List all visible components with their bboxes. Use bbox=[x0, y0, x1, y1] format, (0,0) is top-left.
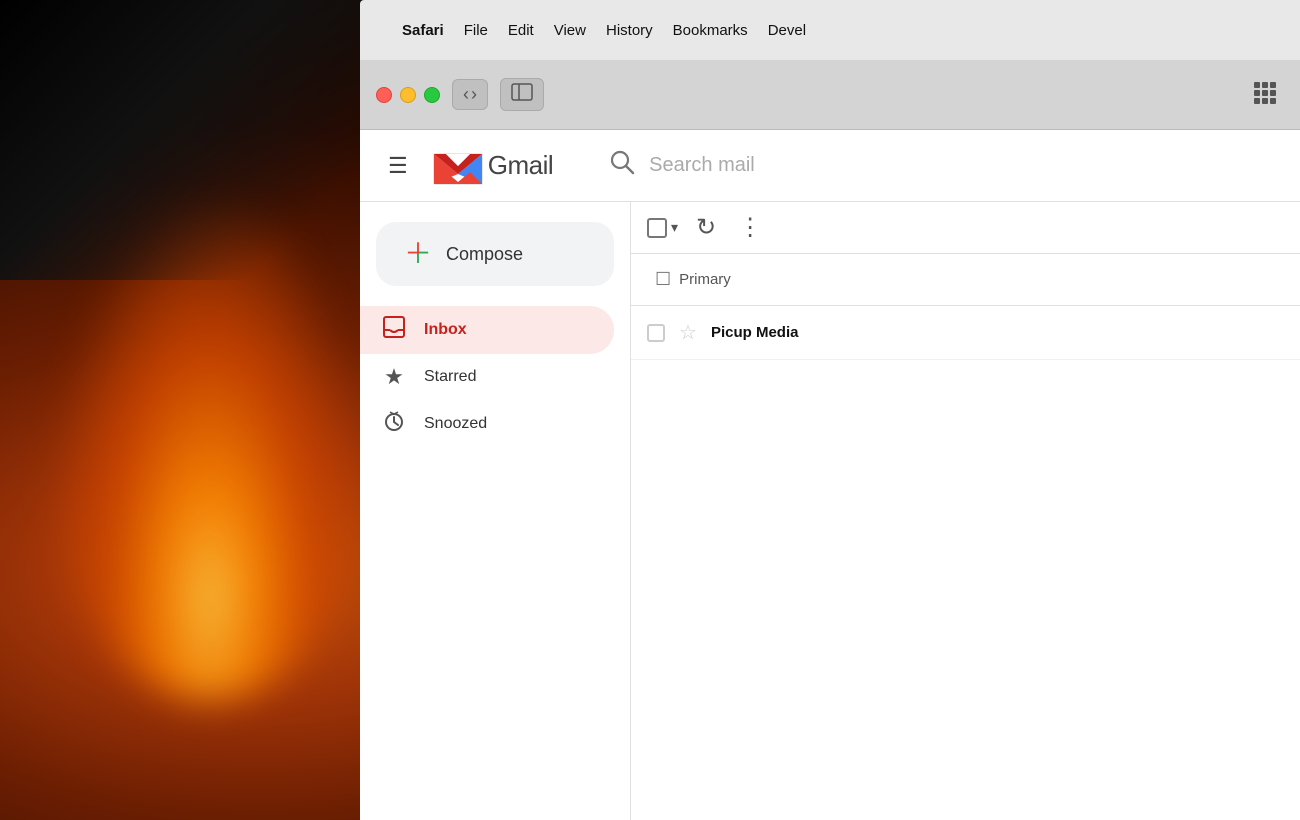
gmail-main-panel: ▾ ↻ ⋮ ☐ Primary ☆ P bbox=[630, 202, 1300, 820]
hamburger-menu-button[interactable]: ☰ bbox=[380, 147, 416, 185]
traffic-lights bbox=[376, 87, 440, 103]
table-row[interactable]: ☆ Picup Media bbox=[631, 306, 1300, 360]
gmail-body: ＋ Compose Inbox bbox=[360, 202, 1300, 820]
menu-develop[interactable]: Devel bbox=[768, 22, 806, 39]
menu-bookmarks[interactable]: Bookmarks bbox=[673, 22, 748, 39]
primary-tab-icon: ☐ bbox=[655, 269, 671, 290]
snooze-icon bbox=[380, 410, 408, 438]
select-all-checkbox-wrap[interactable]: ▾ bbox=[647, 218, 678, 238]
gmail-search-bar[interactable]: Search mail bbox=[609, 149, 1109, 182]
compose-button[interactable]: ＋ Compose bbox=[376, 222, 614, 286]
refresh-button[interactable]: ↻ bbox=[692, 209, 720, 246]
tab-primary[interactable]: ☐ Primary bbox=[647, 255, 739, 304]
gmail-title-text: Gmail bbox=[488, 150, 553, 181]
back-forward-buttons[interactable]: ‹ › bbox=[452, 79, 488, 110]
laptop-frame: Safari File Edit View History Bookmarks … bbox=[360, 0, 1300, 820]
inbox-svg-icon bbox=[383, 316, 405, 338]
inbox-icon bbox=[380, 316, 408, 344]
select-dropdown-arrow[interactable]: ▾ bbox=[671, 219, 678, 236]
compose-label: Compose bbox=[446, 244, 523, 265]
snoozed-label: Snoozed bbox=[424, 415, 487, 433]
gmail-content-area: ☰ bbox=[360, 130, 1300, 820]
search-placeholder-text: Search mail bbox=[649, 154, 755, 177]
email-checkbox[interactable] bbox=[647, 324, 665, 342]
back-icon[interactable]: ‹ bbox=[463, 84, 469, 105]
menu-file[interactable]: File bbox=[464, 22, 488, 39]
email-star-icon[interactable]: ☆ bbox=[679, 320, 697, 345]
sidebar-item-snoozed[interactable]: Snoozed bbox=[360, 400, 614, 448]
menu-history[interactable]: History bbox=[606, 22, 653, 39]
more-options-button[interactable]: ⋮ bbox=[734, 209, 764, 246]
browser-chrome: ‹ › bbox=[360, 60, 1300, 130]
star-icon: ★ bbox=[380, 364, 408, 390]
forward-icon[interactable]: › bbox=[471, 84, 477, 105]
sidebar-toggle-button[interactable] bbox=[500, 78, 544, 111]
email-sender: Picup Media bbox=[711, 324, 871, 341]
menu-view[interactable]: View bbox=[554, 22, 586, 39]
primary-tab-label: Primary bbox=[679, 271, 731, 288]
inbox-label: Inbox bbox=[424, 321, 467, 339]
gmail-logo: Gmail bbox=[432, 146, 553, 186]
search-icon bbox=[609, 149, 635, 182]
inbox-tabs: ☐ Primary bbox=[631, 254, 1300, 306]
maximize-button[interactable] bbox=[424, 87, 440, 103]
grid-icon-button[interactable] bbox=[1244, 76, 1284, 114]
snooze-svg-icon bbox=[383, 410, 405, 432]
gmail-m-icon bbox=[432, 146, 484, 186]
sidebar-icon bbox=[511, 83, 533, 101]
menu-edit[interactable]: Edit bbox=[508, 22, 534, 39]
close-button[interactable] bbox=[376, 87, 392, 103]
menu-safari[interactable]: Safari bbox=[402, 22, 444, 39]
select-all-checkbox[interactable] bbox=[647, 218, 667, 238]
inbox-toolbar: ▾ ↻ ⋮ bbox=[631, 202, 1300, 254]
email-list: ☆ Picup Media bbox=[631, 306, 1300, 820]
sidebar-item-starred[interactable]: ★ Starred bbox=[360, 354, 614, 400]
macos-menubar: Safari File Edit View History Bookmarks … bbox=[360, 0, 1300, 60]
compose-plus-icon: ＋ bbox=[404, 240, 432, 268]
search-magnifier-icon bbox=[609, 149, 635, 175]
gmail-sidebar: ＋ Compose Inbox bbox=[360, 202, 630, 820]
corner-dark-topleft bbox=[0, 0, 380, 280]
starred-label: Starred bbox=[424, 368, 476, 386]
sidebar-item-inbox[interactable]: Inbox bbox=[360, 306, 614, 354]
gmail-header: ☰ bbox=[360, 130, 1300, 202]
minimize-button[interactable] bbox=[400, 87, 416, 103]
grid-icon bbox=[1252, 80, 1276, 104]
